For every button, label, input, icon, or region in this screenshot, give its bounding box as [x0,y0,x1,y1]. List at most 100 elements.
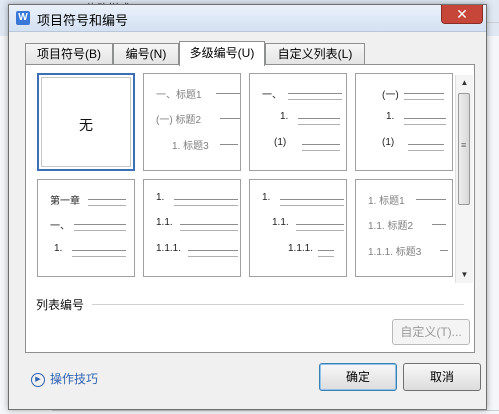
tab-bullets[interactable]: 项目符号(B) [25,43,113,65]
level-1-row: (一) [382,86,444,101]
style-cell-decimal-indented[interactable]: 1. 1.1. 1.1.1. [249,179,347,277]
level-2-row: (一) 标题2 [156,111,240,126]
play-circle-icon: ▶ [31,372,45,387]
level-1-label: (一) [382,90,399,101]
level-1-label: 1. [156,192,165,203]
level-3-row: 1.1.1. [288,243,334,257]
level-1-line [416,199,446,200]
style-grid-scrollbar[interactable]: ▲ ≡ ▼ [455,75,473,283]
ok-button[interactable]: 确定 [319,363,397,391]
level-1-line [88,199,126,200]
level-3-label: 1. 标题3 [172,141,209,152]
level-3-label: 1.1.1. [156,243,182,254]
level-1-line [280,205,344,206]
level-2-row: 1. [386,111,446,125]
scroll-up-arrow-icon[interactable]: ▲ [456,75,473,91]
level-3-line [408,150,444,151]
level-3-row: (1) [382,137,444,151]
level-1-line [288,93,342,94]
level-3-row: 1.1.1. [156,243,238,257]
level-3-line [302,144,340,145]
level-3-line [302,150,340,151]
tab-panel-multilevel: 无 一、标题1 (一) 标题2 1. 标题3 一、 1. (1) (一) 1. … [25,64,475,353]
cancel-button[interactable]: 取消 [403,363,481,391]
level-3-line [318,256,334,257]
level-1-line [280,199,344,200]
level-3-line [72,256,126,257]
style-cell-chinese-arabic[interactable]: 一、 1. (1) [249,73,347,171]
level-2-label: 1. [386,111,395,122]
level-2-line [404,118,446,119]
level-3-label: (1) [274,137,287,148]
tab-multilevel-numbering[interactable]: 多级编号(U) [179,41,265,66]
style-cell-none[interactable]: 无 [37,73,135,171]
level-2-label: 1.1. 标题2 [368,221,414,232]
level-2-label: 1. [280,111,289,122]
level-1-line [288,99,342,100]
numbering-style-grid: 无 一、标题1 (一) 标题2 1. 标题3 一、 1. (1) (一) 1. … [37,73,455,303]
level-3-row: 1. 标题3 [172,137,238,152]
level-2-line [74,224,126,225]
level-1-line [216,93,240,94]
level-3-row: 1.1.1. 标题3 [368,243,448,258]
level-1-row: 一、 [262,86,342,101]
tab-numbering[interactable]: 编号(N) [113,43,179,65]
level-2-row: 1.1. [156,217,238,231]
level-2-label: 1.1. [272,217,289,228]
level-3-row: (1) [274,137,340,151]
level-3-label: 1. [54,243,63,254]
tips-label: 操作技巧 [50,372,99,386]
level-1-row: 1. [262,192,344,206]
level-3-label: (1) [382,137,395,148]
level-1-label: 一、 [262,90,282,101]
dialog-titlebar: W 项目符号和编号 ✕ [9,5,486,32]
tips-link[interactable]: ▶ 操作技巧 [31,370,98,387]
level-3-line [318,250,334,251]
level-1-line [174,199,238,200]
scroll-thumb[interactable]: ≡ [458,93,470,205]
level-2-line [296,224,344,225]
level-1-label: 一、标题1 [156,90,202,101]
style-cell-heading-chinese[interactable]: 一、标题1 (一) 标题2 1. 标题3 [143,73,241,171]
level-2-row: 1. [280,111,340,125]
level-1-label: 1. [262,192,271,203]
level-3-line [220,144,238,145]
level-2-row: 一、 [50,217,126,232]
level-3-line [408,144,444,145]
style-cell-decimal-flush[interactable]: 1. 1.1. 1.1.1. [143,179,241,277]
style-cell-decimal-heading[interactable]: 1. 标题1 1.1. 标题2 1.1.1. 标题3 [355,179,453,277]
level-1-line [174,205,238,206]
close-button[interactable]: ✕ [441,5,483,24]
grip-icon: ≡ [461,140,467,150]
level-1-line [404,93,444,94]
level-2-line [432,224,446,225]
level-3-label: 1.1.1. [288,243,314,254]
bullets-numbering-dialog: W 项目符号和编号 ✕ 项目符号(B) 编号(N) 多级编号(U) 自定义列表(… [8,4,487,410]
level-2-line [74,230,126,231]
level-1-line [404,99,444,100]
level-2-label: 一、 [50,221,70,232]
level-1-row: 1. 标题1 [368,192,446,207]
tab-custom-list[interactable]: 自定义列表(L) [265,43,365,65]
close-icon: ✕ [456,6,468,22]
style-cell-chapter[interactable]: 第一章 一、 1. [37,179,135,277]
level-3-line [188,256,238,257]
level-2-line [404,124,446,125]
level-2-line [180,230,238,231]
level-2-row: 1.1. [272,217,344,231]
level-1-line [88,205,126,206]
scroll-down-arrow-icon[interactable]: ▼ [456,267,473,283]
style-cell-parenthesized[interactable]: (一) 1. (1) [355,73,453,171]
level-2-line [298,118,340,119]
customize-button[interactable]: 自定义(T)... [392,319,470,345]
level-2-row: 1.1. 标题2 [368,217,446,232]
level-3-line [440,250,448,251]
wps-writer-icon: W [16,11,30,25]
level-1-row: 一、标题1 [156,86,240,101]
group-separator [92,304,464,305]
dialog-title: 项目符号和编号 [37,13,129,28]
level-2-label: (一) 标题2 [156,115,201,126]
level-2-line [180,224,238,225]
level-1-row: 1. [156,192,238,206]
level-3-label: 1.1.1. 标题3 [368,247,422,258]
